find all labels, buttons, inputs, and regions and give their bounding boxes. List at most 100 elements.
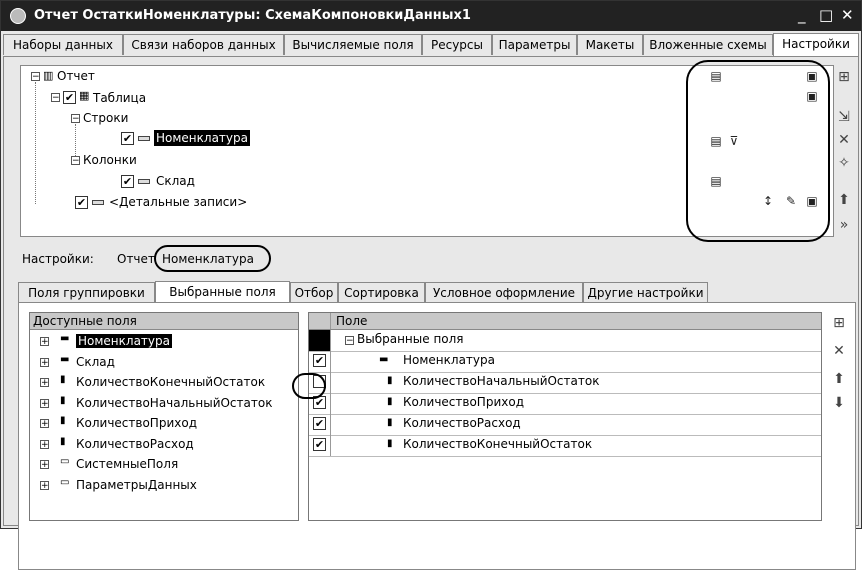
selected-field-check-cell: ✔ (309, 351, 331, 372)
selected-field-row[interactable]: ✔ ▮ КоличествоКонечныйОстаток (309, 435, 821, 457)
expand-icon[interactable]: + (40, 357, 49, 367)
tree-node-rows-item[interactable]: Номенклатура (154, 130, 250, 146)
resource-icon: ▮ (60, 415, 66, 426)
field-icon (138, 136, 150, 141)
available-fields-list: Доступные поля + ▬ Номенклатура + ▬ Склад + ▮ Ко… (29, 312, 299, 521)
tab-dataset-links[interactable]: Связи наборов данных (123, 34, 284, 55)
available-field-item[interactable]: + ▮ КоличествоПриход (30, 415, 298, 433)
settings-root[interactable]: Отчет (117, 252, 155, 266)
available-field-item[interactable]: + ▮ КоличествоКонечныйОстаток (30, 374, 298, 392)
selected-field-checkbox[interactable]: ✔ (313, 438, 326, 451)
title-bar[interactable]: Отчет ОстаткиНоменклатуры: СхемаКомпонов… (1, 1, 861, 31)
tab-selected-fields[interactable]: Выбранные поля (155, 281, 290, 303)
add-group-icon[interactable]: ⊞ (836, 69, 852, 85)
expand-icon[interactable]: + (40, 439, 49, 449)
detail-checkbox[interactable]: ✔ (75, 196, 88, 209)
resource-icon: ▮ (60, 435, 66, 447)
columns-item-checkbox[interactable]: ✔ (121, 175, 134, 188)
app-icon (10, 8, 26, 24)
selected-field-label: КоличествоНачальныйОстаток (403, 374, 600, 388)
tab-conditional-appearance[interactable]: Условное оформление (425, 282, 583, 302)
grid-header: Поле (309, 313, 821, 330)
selected-field-checkbox[interactable]: ✔ (313, 354, 326, 367)
available-field-label: КоличествоНачальныйОстаток (76, 395, 273, 410)
expand-icon[interactable]: + (40, 460, 49, 470)
available-field-item[interactable]: + ▭ ПараметрыДанных (30, 477, 298, 495)
tab-calculated-fields[interactable]: Вычисляемые поля (284, 34, 422, 55)
tab-resources[interactable]: Ресурсы (422, 34, 492, 55)
available-field-label: КоличествоПриход (76, 416, 197, 430)
window-title: Отчет ОстаткиНоменклатуры: СхемаКомпонов… (34, 8, 471, 23)
selected-field-label: КоличествоПриход (403, 395, 524, 409)
dimension-icon: ▬ (60, 333, 70, 344)
selected-field-row[interactable]: ✔ ▮ КоличествоПриход (309, 393, 821, 415)
expand-icon[interactable]: + (40, 480, 49, 490)
tab-layouts[interactable]: Макеты (577, 34, 643, 55)
tab-parameters[interactable]: Параметры (492, 34, 577, 55)
tab-other-settings[interactable]: Другие настройки (583, 282, 708, 302)
tab-settings[interactable]: Настройки (773, 33, 859, 56)
maximize-button[interactable]: □ (819, 6, 833, 24)
delete-icon[interactable]: ✕ (836, 132, 852, 148)
resource-icon: ▮ (60, 394, 66, 406)
close-button[interactable]: ✕ (841, 6, 854, 24)
collapse-icon[interactable]: − (31, 72, 40, 82)
move-down-icon[interactable]: ⬇ (831, 395, 847, 411)
settings-label: Настройки: (22, 252, 94, 266)
selected-field-row[interactable]: ▮ КоличествоНачальныйОстаток (309, 372, 821, 394)
tab-sorting[interactable]: Сортировка (338, 282, 425, 302)
move-up-icon[interactable]: ⬆ (836, 192, 852, 208)
move-icon[interactable]: ⇲ (836, 109, 852, 125)
selected-field-checkbox[interactable]: ✔ (313, 417, 326, 430)
table-icon: ▦ (79, 89, 90, 102)
selected-fields-panel: Доступные поля + ▬ Номенклатура + ▬ Склад + ▮ Ко… (18, 302, 856, 570)
tab-nested-schemas[interactable]: Вложенные схемы (643, 34, 773, 55)
minimize-button[interactable]: _ (798, 6, 806, 24)
tree-node-columns-item[interactable]: Склад (156, 173, 195, 189)
available-fields-header: Доступные поля (30, 313, 298, 330)
group-row-label: Выбранные поля (357, 332, 464, 346)
available-field-item[interactable]: + ▬ Склад (30, 354, 298, 372)
available-field-item[interactable]: + ▬ Номенклатура (30, 333, 298, 351)
grid-header-field: Поле (336, 314, 368, 328)
group-row[interactable]: − Выбранные поля (309, 330, 821, 352)
available-field-item[interactable]: + ▮ КоличествоНачальныйОстаток (30, 395, 298, 413)
more-icon[interactable]: » (836, 217, 852, 233)
available-field-label: Склад (76, 354, 115, 369)
resource-icon: ▮ (60, 374, 66, 385)
collapse-icon[interactable]: − (71, 114, 80, 124)
selected-field-label: Номенклатура (403, 353, 495, 367)
tree-node-detail[interactable]: <Детальные записи> (109, 194, 247, 210)
expand-icon[interactable]: + (40, 337, 49, 347)
available-field-item[interactable]: + ▮ КоличествоРасход (30, 436, 298, 454)
table-checkbox[interactable]: ✔ (63, 91, 76, 104)
tree-node-rows[interactable]: Строки (83, 110, 128, 126)
expand-icon[interactable]: + (40, 419, 49, 429)
tree-node-report[interactable]: Отчет (57, 68, 95, 84)
expand-icon[interactable]: + (40, 378, 49, 388)
tab-group-fields[interactable]: Поля группировки (18, 282, 155, 302)
collapse-icon[interactable]: − (71, 156, 80, 166)
dimension-icon: ▬ (60, 353, 70, 365)
move-up-icon[interactable]: ⬆ (831, 371, 847, 387)
collapse-icon[interactable]: − (51, 93, 60, 103)
report-icon: ▥ (43, 69, 54, 82)
tree-node-columns[interactable]: Колонки (83, 152, 137, 168)
resource-icon: ▮ (387, 375, 393, 386)
collapse-icon[interactable]: − (345, 336, 354, 346)
selected-field-row[interactable]: ✔ ▮ КоличествоРасход (309, 414, 821, 436)
tab-filter[interactable]: Отбор (290, 282, 338, 302)
delete-field-icon[interactable]: ✕ (831, 343, 847, 359)
resource-icon: ▮ (387, 438, 393, 449)
settings-panel: − ▥ Отчет − ✔ ▦ Таблица − Строки ✔ Номен… (3, 56, 859, 570)
rows-item-checkbox[interactable]: ✔ (121, 132, 134, 145)
tree-node-table[interactable]: Таблица (93, 90, 146, 106)
add-field-icon[interactable]: ⊞ (831, 315, 847, 331)
highlight-oval (292, 373, 326, 399)
field-icon (138, 179, 150, 184)
tab-datasets[interactable]: Наборы данных (3, 34, 123, 55)
wand-icon[interactable]: ✧ (836, 155, 852, 171)
selected-field-row[interactable]: ✔ ▬ Номенклатура (309, 351, 821, 373)
available-field-item[interactable]: + ▭ СистемныеПоля (30, 456, 298, 474)
expand-icon[interactable]: + (40, 398, 49, 408)
